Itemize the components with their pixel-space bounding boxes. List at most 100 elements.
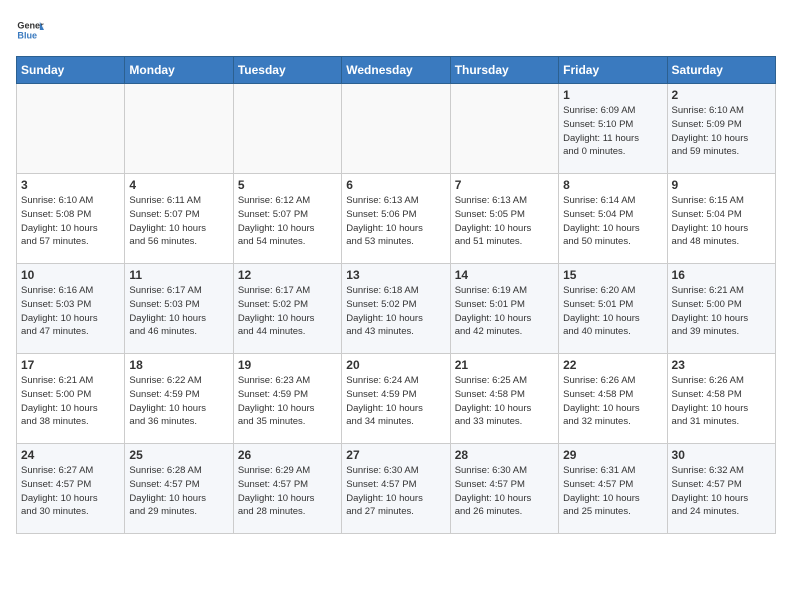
calendar-cell: 26 Sunrise: 6:29 AM Sunset: 4:57 PM Dayli… xyxy=(233,444,341,534)
calendar-cell: 18 Sunrise: 6:22 AM Sunset: 4:59 PM Dayli… xyxy=(125,354,233,444)
calendar-cell xyxy=(342,84,450,174)
day-info: Sunrise: 6:28 AM Sunset: 4:57 PM Dayligh… xyxy=(129,464,228,519)
day-info: Sunrise: 6:13 AM Sunset: 5:05 PM Dayligh… xyxy=(455,194,554,249)
day-number: 30 xyxy=(672,448,771,462)
day-number: 17 xyxy=(21,358,120,372)
day-number: 4 xyxy=(129,178,228,192)
day-info: Sunrise: 6:30 AM Sunset: 4:57 PM Dayligh… xyxy=(455,464,554,519)
calendar-cell: 6 Sunrise: 6:13 AM Sunset: 5:06 PM Daylig… xyxy=(342,174,450,264)
day-info: Sunrise: 6:29 AM Sunset: 4:57 PM Dayligh… xyxy=(238,464,337,519)
day-number: 11 xyxy=(129,268,228,282)
page-header: General Blue xyxy=(16,16,776,44)
weekday-header: Thursday xyxy=(450,57,558,84)
calendar-cell: 19 Sunrise: 6:23 AM Sunset: 4:59 PM Dayli… xyxy=(233,354,341,444)
day-info: Sunrise: 6:09 AM Sunset: 5:10 PM Dayligh… xyxy=(563,104,662,159)
day-number: 21 xyxy=(455,358,554,372)
day-info: Sunrise: 6:21 AM Sunset: 5:00 PM Dayligh… xyxy=(21,374,120,429)
calendar-cell: 12 Sunrise: 6:17 AM Sunset: 5:02 PM Dayli… xyxy=(233,264,341,354)
calendar-cell: 1 Sunrise: 6:09 AM Sunset: 5:10 PM Daylig… xyxy=(559,84,667,174)
calendar-cell: 3 Sunrise: 6:10 AM Sunset: 5:08 PM Daylig… xyxy=(17,174,125,264)
day-number: 12 xyxy=(238,268,337,282)
day-info: Sunrise: 6:26 AM Sunset: 4:58 PM Dayligh… xyxy=(563,374,662,429)
calendar-cell: 5 Sunrise: 6:12 AM Sunset: 5:07 PM Daylig… xyxy=(233,174,341,264)
day-number: 16 xyxy=(672,268,771,282)
weekday-header: Sunday xyxy=(17,57,125,84)
day-info: Sunrise: 6:25 AM Sunset: 4:58 PM Dayligh… xyxy=(455,374,554,429)
day-number: 6 xyxy=(346,178,445,192)
calendar-cell: 10 Sunrise: 6:16 AM Sunset: 5:03 PM Dayli… xyxy=(17,264,125,354)
weekday-header: Tuesday xyxy=(233,57,341,84)
day-number: 14 xyxy=(455,268,554,282)
calendar-cell xyxy=(450,84,558,174)
day-info: Sunrise: 6:15 AM Sunset: 5:04 PM Dayligh… xyxy=(672,194,771,249)
calendar-cell: 21 Sunrise: 6:25 AM Sunset: 4:58 PM Dayli… xyxy=(450,354,558,444)
calendar-cell: 29 Sunrise: 6:31 AM Sunset: 4:57 PM Dayli… xyxy=(559,444,667,534)
day-number: 3 xyxy=(21,178,120,192)
calendar-cell: 15 Sunrise: 6:20 AM Sunset: 5:01 PM Dayli… xyxy=(559,264,667,354)
day-info: Sunrise: 6:32 AM Sunset: 4:57 PM Dayligh… xyxy=(672,464,771,519)
day-number: 26 xyxy=(238,448,337,462)
calendar-cell: 16 Sunrise: 6:21 AM Sunset: 5:00 PM Dayli… xyxy=(667,264,775,354)
day-info: Sunrise: 6:21 AM Sunset: 5:00 PM Dayligh… xyxy=(672,284,771,339)
day-info: Sunrise: 6:13 AM Sunset: 5:06 PM Dayligh… xyxy=(346,194,445,249)
svg-text:Blue: Blue xyxy=(17,30,37,40)
calendar-cell: 13 Sunrise: 6:18 AM Sunset: 5:02 PM Dayli… xyxy=(342,264,450,354)
day-info: Sunrise: 6:18 AM Sunset: 5:02 PM Dayligh… xyxy=(346,284,445,339)
day-number: 5 xyxy=(238,178,337,192)
weekday-header: Friday xyxy=(559,57,667,84)
calendar-cell: 24Sunrise: 6:27 AM Sunset: 4:57 PM Dayli… xyxy=(17,444,125,534)
day-number: 25 xyxy=(129,448,228,462)
calendar-cell: 22Sunrise: 6:26 AM Sunset: 4:58 PM Dayli… xyxy=(559,354,667,444)
day-info: Sunrise: 6:22 AM Sunset: 4:59 PM Dayligh… xyxy=(129,374,228,429)
calendar-cell xyxy=(17,84,125,174)
calendar-cell: 11 Sunrise: 6:17 AM Sunset: 5:03 PM Dayli… xyxy=(125,264,233,354)
calendar-cell: 17 Sunrise: 6:21 AM Sunset: 5:00 PM Dayli… xyxy=(17,354,125,444)
calendar-cell: 8 Sunrise: 6:14 AM Sunset: 5:04 PM Daylig… xyxy=(559,174,667,264)
day-info: Sunrise: 6:14 AM Sunset: 5:04 PM Dayligh… xyxy=(563,194,662,249)
day-number: 13 xyxy=(346,268,445,282)
day-info: Sunrise: 6:26 AM Sunset: 4:58 PM Dayligh… xyxy=(672,374,771,429)
day-number: 8 xyxy=(563,178,662,192)
day-number: 7 xyxy=(455,178,554,192)
day-number: 2 xyxy=(672,88,771,102)
calendar-cell: 25 Sunrise: 6:28 AM Sunset: 4:57 PM Dayli… xyxy=(125,444,233,534)
day-info: Sunrise: 6:16 AM Sunset: 5:03 PM Dayligh… xyxy=(21,284,120,339)
day-info: Sunrise: 6:31 AM Sunset: 4:57 PM Dayligh… xyxy=(563,464,662,519)
weekday-header: Monday xyxy=(125,57,233,84)
calendar-cell: 9 Sunrise: 6:15 AM Sunset: 5:04 PM Daylig… xyxy=(667,174,775,264)
day-number: 23 xyxy=(672,358,771,372)
day-number: 19 xyxy=(238,358,337,372)
weekday-header: Saturday xyxy=(667,57,775,84)
day-info: Sunrise: 6:19 AM Sunset: 5:01 PM Dayligh… xyxy=(455,284,554,339)
day-number: 20 xyxy=(346,358,445,372)
calendar-cell: 4 Sunrise: 6:11 AM Sunset: 5:07 PM Daylig… xyxy=(125,174,233,264)
day-info: Sunrise: 6:30 AM Sunset: 4:57 PM Dayligh… xyxy=(346,464,445,519)
calendar-cell: 14 Sunrise: 6:19 AM Sunset: 5:01 PM Dayli… xyxy=(450,264,558,354)
weekday-header: Wednesday xyxy=(342,57,450,84)
day-info: Sunrise: 6:10 AM Sunset: 5:08 PM Dayligh… xyxy=(21,194,120,249)
day-number: 10 xyxy=(21,268,120,282)
calendar-cell: 28 Sunrise: 6:30 AM Sunset: 4:57 PM Dayli… xyxy=(450,444,558,534)
day-number: 28 xyxy=(455,448,554,462)
day-number: 18 xyxy=(129,358,228,372)
logo-icon: General Blue xyxy=(16,16,44,44)
calendar-cell: 30 Sunrise: 6:32 AM Sunset: 4:57 PM Dayli… xyxy=(667,444,775,534)
day-number: 29 xyxy=(563,448,662,462)
day-number: 9 xyxy=(672,178,771,192)
calendar-table: SundayMondayTuesdayWednesdayThursdayFrid… xyxy=(16,56,776,534)
day-info: Sunrise: 6:23 AM Sunset: 4:59 PM Dayligh… xyxy=(238,374,337,429)
day-number: 1 xyxy=(563,88,662,102)
day-info: Sunrise: 6:10 AM Sunset: 5:09 PM Dayligh… xyxy=(672,104,771,159)
day-number: 15 xyxy=(563,268,662,282)
day-info: Sunrise: 6:17 AM Sunset: 5:02 PM Dayligh… xyxy=(238,284,337,339)
logo: General Blue xyxy=(16,16,44,44)
day-info: Sunrise: 6:17 AM Sunset: 5:03 PM Dayligh… xyxy=(129,284,228,339)
calendar-cell: 7 Sunrise: 6:13 AM Sunset: 5:05 PM Daylig… xyxy=(450,174,558,264)
day-info: Sunrise: 6:11 AM Sunset: 5:07 PM Dayligh… xyxy=(129,194,228,249)
calendar-cell: 20Sunrise: 6:24 AM Sunset: 4:59 PM Dayli… xyxy=(342,354,450,444)
calendar-cell: 27Sunrise: 6:30 AM Sunset: 4:57 PM Dayli… xyxy=(342,444,450,534)
calendar-cell xyxy=(125,84,233,174)
day-info: Sunrise: 6:27 AM Sunset: 4:57 PM Dayligh… xyxy=(21,464,120,519)
day-info: Sunrise: 6:20 AM Sunset: 5:01 PM Dayligh… xyxy=(563,284,662,339)
day-info: Sunrise: 6:12 AM Sunset: 5:07 PM Dayligh… xyxy=(238,194,337,249)
